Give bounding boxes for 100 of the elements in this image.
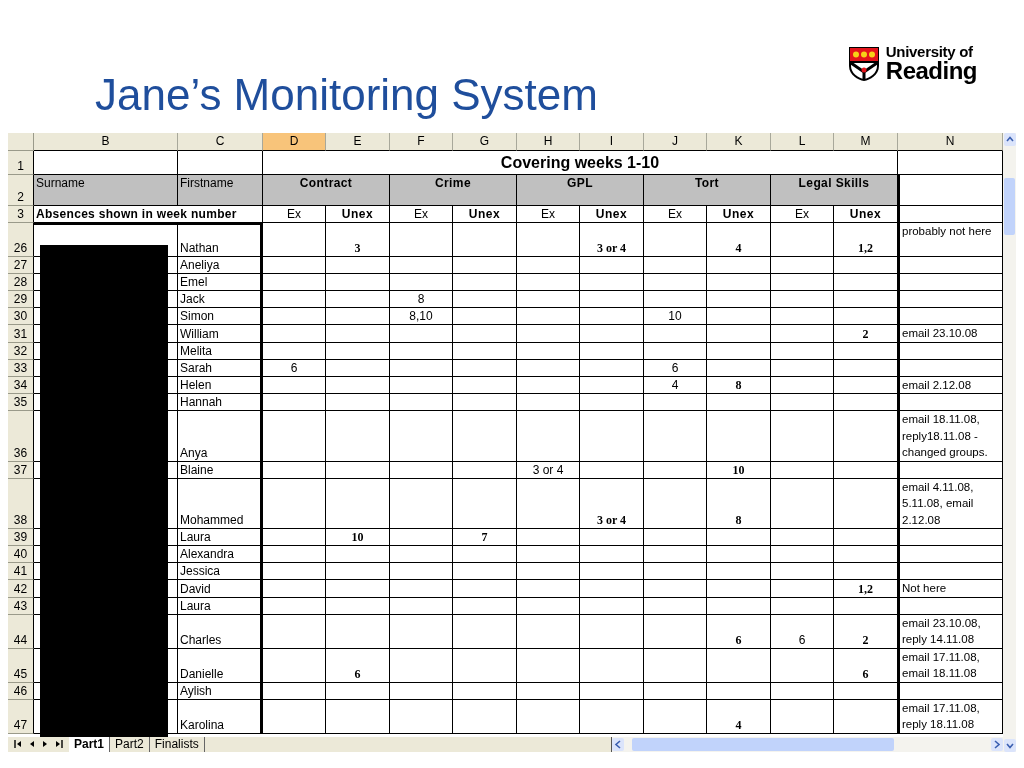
table-cell <box>263 682 326 700</box>
table-cell <box>580 291 644 309</box>
table-cell: Simon <box>178 308 263 326</box>
table-cell <box>453 342 517 360</box>
table-cell <box>707 308 771 326</box>
scrollbar-thumb[interactable] <box>632 737 894 751</box>
table-cell <box>390 394 453 412</box>
column-header[interactable]: L <box>771 133 834 151</box>
row-header[interactable]: 39 <box>8 529 34 547</box>
row-header[interactable]: 28 <box>8 274 34 292</box>
table-cell <box>453 546 517 564</box>
vertical-scrollbar[interactable] <box>1003 133 1016 752</box>
table-cell <box>326 376 390 395</box>
table-cell <box>517 648 580 683</box>
table-cell: 4 <box>644 376 707 395</box>
first-sheet-icon[interactable] <box>14 740 22 749</box>
table-cell: Jessica <box>178 563 263 581</box>
column-header[interactable]: G <box>453 133 517 151</box>
row-header[interactable]: 35 <box>8 394 34 412</box>
table-cell <box>644 580 707 598</box>
table-cell: 8 <box>707 478 771 530</box>
row-header[interactable]: 2 <box>8 174 34 207</box>
column-header[interactable]: H <box>517 133 580 151</box>
scroll-right-icon[interactable] <box>991 737 1003 751</box>
scroll-up-icon[interactable] <box>1003 133 1016 146</box>
row-header[interactable]: 44 <box>8 614 34 649</box>
row-header[interactable]: 41 <box>8 563 34 581</box>
table-cell <box>263 699 326 734</box>
last-sheet-icon[interactable] <box>55 740 63 749</box>
table-cell <box>771 342 834 360</box>
row-header[interactable]: 26 <box>8 223 34 258</box>
row-header[interactable]: 36 <box>8 411 34 462</box>
sheet-tab[interactable]: Part2 <box>110 736 150 752</box>
table-cell <box>453 580 517 598</box>
row-header[interactable]: 1 <box>8 151 34 175</box>
table-cell <box>580 597 644 615</box>
table-cell <box>263 291 326 309</box>
table-cell <box>453 699 517 734</box>
table-cell <box>707 580 771 598</box>
row-header[interactable]: 30 <box>8 308 34 326</box>
next-sheet-icon[interactable] <box>42 740 48 749</box>
row-header[interactable]: 40 <box>8 546 34 564</box>
table-cell <box>771 291 834 309</box>
table-cell: 6 <box>834 648 898 683</box>
row-header[interactable]: 42 <box>8 580 34 598</box>
row-header[interactable]: 45 <box>8 648 34 683</box>
table-cell <box>644 614 707 649</box>
table-cell: Ex <box>390 206 453 224</box>
table-cell <box>517 342 580 360</box>
row-header[interactable]: 38 <box>8 478 34 530</box>
row-header[interactable]: 31 <box>8 325 34 343</box>
table-cell <box>453 359 517 377</box>
table-cell: 10 <box>644 308 707 326</box>
table-cell: 4 <box>707 699 771 734</box>
row-header[interactable]: 3 <box>8 206 34 224</box>
table-cell: Firstname <box>178 174 263 207</box>
sheet-title: Covering weeks 1-10 <box>263 151 898 175</box>
column-header[interactable]: F <box>390 133 453 151</box>
scrollbar-thumb[interactable] <box>1004 178 1015 235</box>
table-cell <box>580 376 644 395</box>
column-header[interactable]: I <box>580 133 644 151</box>
column-header[interactable]: C <box>178 133 263 151</box>
previous-sheet-icon[interactable] <box>29 740 35 749</box>
column-header[interactable]: J <box>644 133 707 151</box>
table-cell: 1,2 <box>834 580 898 598</box>
table-cell: 1,2 <box>834 223 898 258</box>
table-cell <box>390 411 453 462</box>
table-cell: 8 <box>390 291 453 309</box>
scroll-down-icon[interactable] <box>1003 739 1016 752</box>
table-cell: 6 <box>644 359 707 377</box>
table-cell: Danielle <box>178 648 263 683</box>
table-cell <box>390 478 453 530</box>
column-header[interactable]: N <box>898 133 1003 151</box>
sheet-tab[interactable]: Finalists <box>149 736 205 752</box>
table-cell <box>707 597 771 615</box>
scroll-left-icon[interactable] <box>612 737 624 751</box>
table-cell <box>326 359 390 377</box>
column-header[interactable]: B <box>34 133 178 151</box>
table-cell <box>390 648 453 683</box>
horizontal-scrollbar[interactable] <box>611 736 1003 752</box>
subject-header: GPL <box>517 174 644 207</box>
column-header[interactable]: M <box>834 133 898 151</box>
row-header[interactable]: 47 <box>8 699 34 734</box>
table-cell <box>517 376 580 395</box>
table-cell <box>326 342 390 360</box>
column-header[interactable]: E <box>326 133 390 151</box>
table-cell <box>834 699 898 734</box>
row-header[interactable]: 27 <box>8 257 34 275</box>
row-header[interactable]: 29 <box>8 291 34 309</box>
table-cell <box>644 529 707 547</box>
corner-cell[interactable] <box>8 133 34 151</box>
column-header[interactable]: K <box>707 133 771 151</box>
table-cell <box>580 257 644 275</box>
table-cell: Hannah <box>178 394 263 412</box>
table-cell <box>326 325 390 343</box>
table-cell: Unex <box>707 206 771 224</box>
table-cell <box>326 478 390 530</box>
table-cell <box>453 223 517 258</box>
table-cell <box>707 411 771 462</box>
column-header[interactable]: D <box>263 133 326 151</box>
